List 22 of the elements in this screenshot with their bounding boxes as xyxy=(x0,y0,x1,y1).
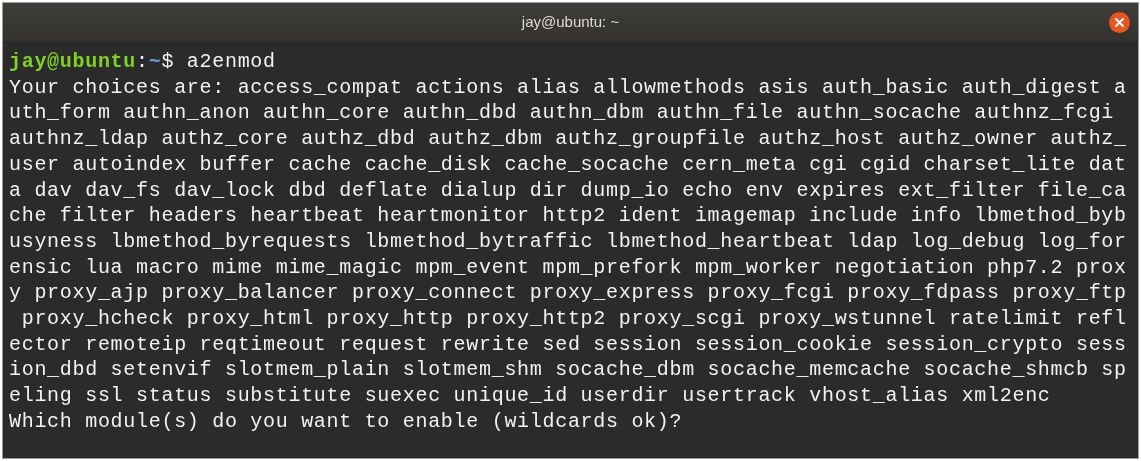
prompt-path: ~ xyxy=(148,49,162,75)
output-line: usyness lbmethod_byrequests lbmethod_bytraffic lbmethod_heartbeat ldap log_debug log_for xyxy=(9,228,1128,255)
output-line: authnz_ldap authz_core authz_dbd authz_dbm authz_groupfile authz_host authz_owner authz_ xyxy=(9,126,1128,152)
output-line: che filter headers heartbeat heartmonitor http2 ident imagemap include info lbmethod_byb xyxy=(9,203,1128,229)
output-line: y proxy_ajp proxy_balancer proxy_connect proxy_express proxy_fcgi proxy_fdpass proxy_ftp xyxy=(9,280,1128,307)
prompt-user-host: jay@ubuntu xyxy=(9,49,137,75)
output-line: eling ssl status substitute suexec unique_id userdir usertrack vhost_alias xml2enc xyxy=(9,383,1052,409)
close-button[interactable] xyxy=(1109,12,1130,33)
prompt-symbol: $ xyxy=(161,49,175,75)
output-line: Your choices are: access_compat actions alias allowmethods asis auth_basic auth_digest a xyxy=(9,74,1128,101)
output-line: Which module(s) do you want to enable (wildcards ok)? xyxy=(9,408,684,435)
output-line: ion_dbd setenvif slotmem_plain slotmem_shm socache_dbm socache_memcache socache_shmcb sp xyxy=(9,357,1128,384)
command-text: a2enmod xyxy=(185,49,276,75)
output-line: a dav dav_fs dav_lock dbd deflate dialup dir dump_io echo env expires ext_filter file_ca xyxy=(9,177,1128,204)
output-line: user autoindex buffer cache cache_disk cache_socache cern_meta cgi cgid charset_lite dat xyxy=(9,151,1128,178)
output-line: proxy_hcheck proxy_html proxy_http proxy_http2 proxy_scgi proxy_wstunnel ratelimit refl xyxy=(20,306,1128,332)
output-line: ector remoteip reqtimeout request rewrite sed session session_cookie session_crypto sess xyxy=(9,331,1128,358)
output-line: ensic lua macro mime mime_magic mpm_event mpm_prefork mpm_worker negotiation php7.2 prox xyxy=(9,254,1128,281)
window-title: jay@ubuntu: ~ xyxy=(521,11,620,32)
prompt-separator: : xyxy=(136,49,149,75)
close-icon xyxy=(1115,18,1124,27)
output-line: uth_form authn_anon authn_core authn_dbd authn_dbm authn_file authn_socache authnz_fcgi xyxy=(9,100,1116,127)
